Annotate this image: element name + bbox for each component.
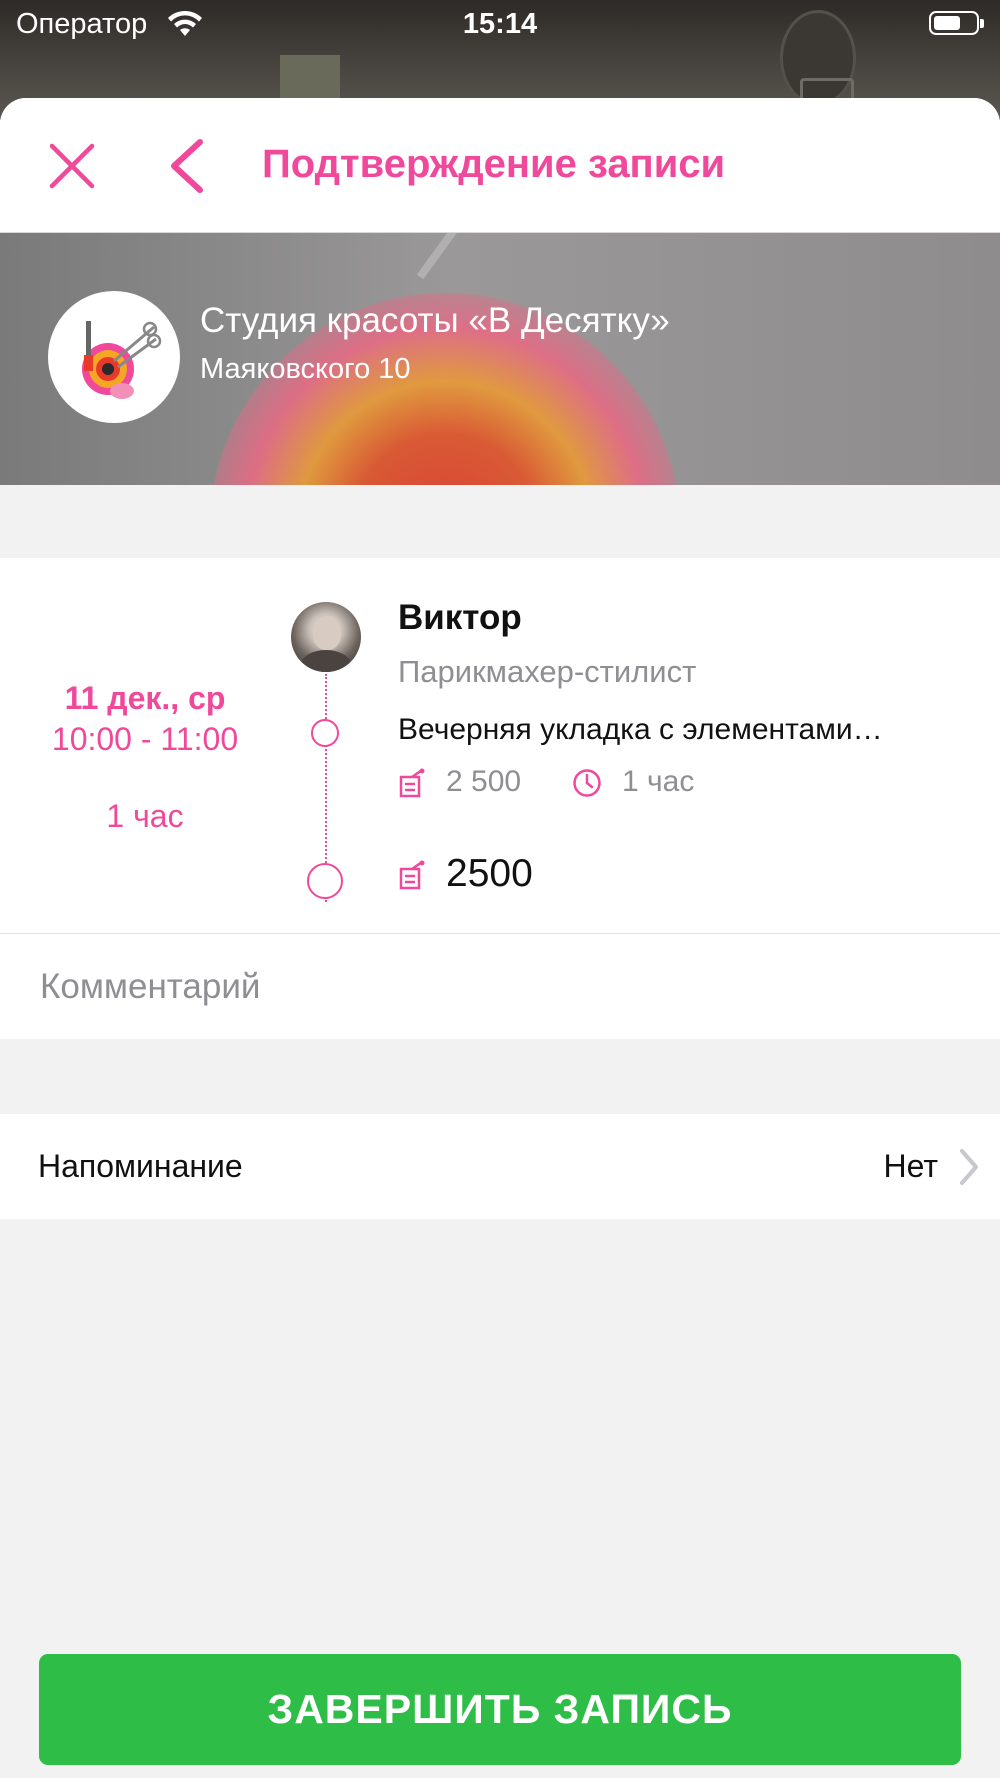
navigation-bar: Подтверждение записи — [0, 98, 1000, 233]
master-role: Парикмахер-стилист — [398, 654, 697, 689]
clock-time: 15:14 — [462, 8, 538, 40]
service-name: Вечерняя укладка с элементами… — [398, 713, 883, 746]
reminder-row[interactable]: Напоминание Нет — [0, 1114, 1000, 1219]
status-bar: Оператор 15:14 — [0, 0, 1000, 52]
salon-header[interactable]: Студия красоты «В Десятку» Маяковского 1… — [0, 233, 1000, 485]
battery-icon — [929, 11, 984, 35]
reminder-label: Напоминание — [38, 1148, 243, 1184]
salon-logo-graphic — [82, 321, 162, 399]
close-icon[interactable] — [46, 140, 98, 192]
timeline-service-dot — [311, 719, 339, 747]
page-title: Подтверждение записи — [262, 142, 726, 186]
appointment-date: 11 дек., ср — [64, 680, 226, 716]
booking-sheet: Подтверждение записи Студия красоты «В Д… — [0, 98, 1000, 1778]
comment-row — [0, 934, 1000, 1039]
salon-banner-scissors — [416, 233, 635, 280]
chevron-left-icon[interactable] — [166, 138, 208, 194]
salon-logo — [48, 291, 180, 423]
finish-booking-button[interactable]: ЗАВЕРШИТЬ ЗАПИСЬ — [39, 1654, 961, 1765]
salon-name: Студия красоты «В Десятку» — [200, 301, 670, 340]
total-price: 2500 — [446, 852, 533, 895]
service-duration: 1 час — [622, 765, 695, 798]
comment-input[interactable] — [38, 958, 962, 1016]
appointment-card: 11 дек., ср 10:00 - 11:00 1 час Виктор П… — [0, 558, 1000, 934]
appointment-time: 10:00 - 11:00 — [51, 721, 239, 757]
salon-address: Маяковского 10 — [200, 353, 411, 385]
master-avatar — [291, 602, 361, 672]
clock-icon — [573, 769, 601, 797]
master-name: Виктор — [398, 598, 522, 637]
appointment-duration: 1 час — [106, 798, 184, 834]
reminder-value: Нет — [883, 1148, 939, 1184]
chevron-right-icon — [960, 1149, 978, 1185]
service-price: 2 500 — [446, 765, 522, 798]
total-price-icon — [399, 860, 425, 890]
price-tag-icon — [399, 768, 425, 798]
timeline-end-dot — [307, 863, 343, 899]
